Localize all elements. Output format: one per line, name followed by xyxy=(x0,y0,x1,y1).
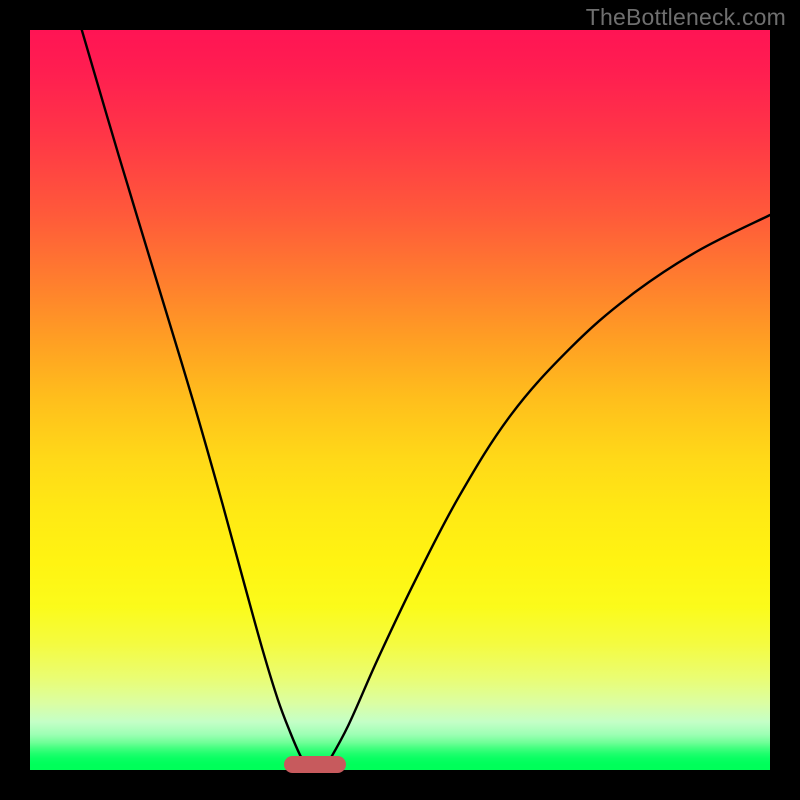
bottleneck-curve xyxy=(30,30,770,770)
watermark-text: TheBottleneck.com xyxy=(586,4,786,31)
chart-frame: TheBottleneck.com xyxy=(0,0,800,800)
minimum-marker xyxy=(284,756,346,773)
curve-path xyxy=(82,30,770,766)
plot-area xyxy=(30,30,770,770)
